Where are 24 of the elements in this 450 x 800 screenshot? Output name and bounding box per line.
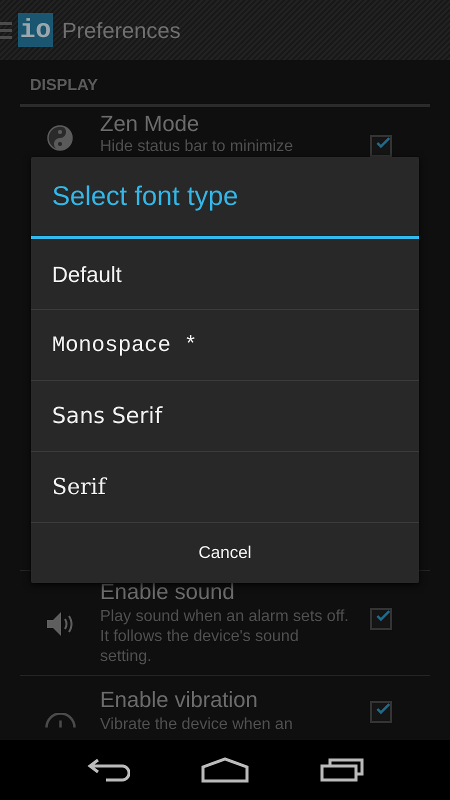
setting-description: Vibrate the device when an (100, 715, 294, 735)
menu-icon[interactable] (0, 21, 12, 39)
yin-yang-icon (47, 125, 73, 151)
check-icon (376, 701, 390, 717)
setting-title: Enable vibration (100, 686, 259, 714)
screen-title: Preferences (62, 16, 181, 44)
dialog-title: Select font type (51, 180, 240, 214)
setting-description: Play sound when an alarm sets off. It follows the device's sound setting. (100, 607, 350, 667)
font-option[interactable]: Sans Serif (31, 381, 419, 451)
section-header: DISPLAY (29, 76, 99, 96)
check-icon (376, 135, 390, 151)
recent-apps-icon[interactable] (320, 758, 364, 782)
setting-title: Zen Mode (100, 111, 200, 137)
font-option[interactable]: Default (31, 239, 419, 309)
checkbox[interactable] (370, 135, 392, 157)
font-option[interactable]: Serif (31, 452, 419, 522)
vibration-icon (44, 713, 76, 728)
checkbox[interactable] (370, 608, 392, 630)
check-icon (376, 608, 390, 624)
font-option[interactable]: Monospace * (31, 310, 419, 380)
back-icon[interactable] (86, 758, 130, 782)
home-icon[interactable] (200, 757, 249, 783)
setting-description: Hide status bar to minimize (100, 137, 294, 157)
checkbox[interactable] (370, 701, 392, 723)
